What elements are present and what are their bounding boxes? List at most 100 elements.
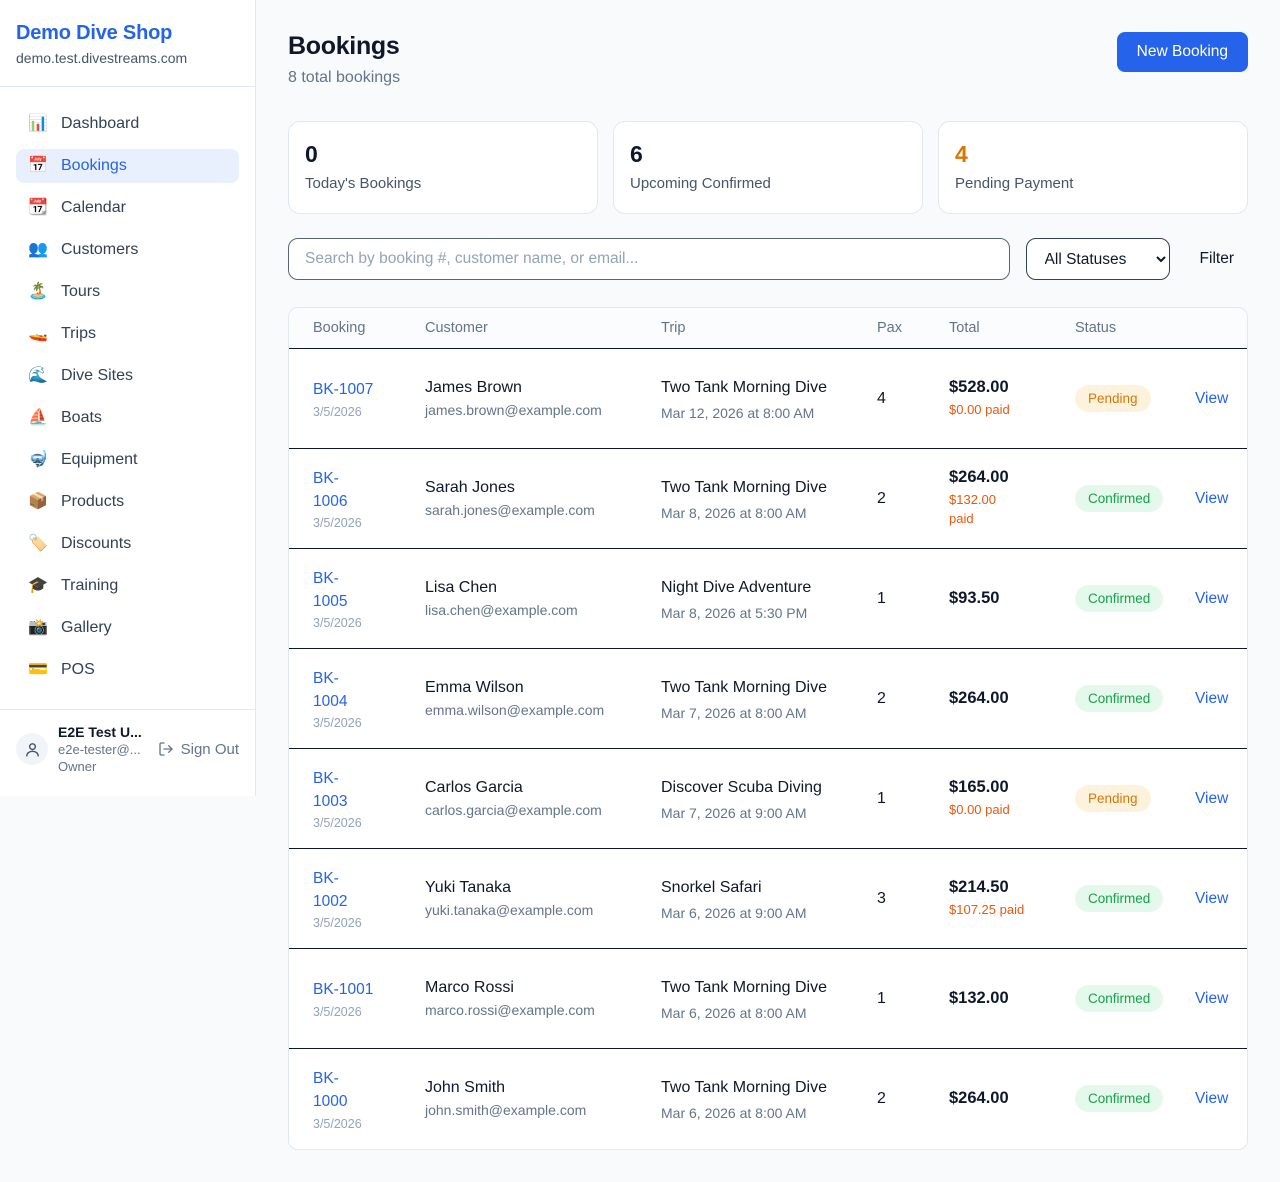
table-row: BK- 1006 3/5/2026 Sarah Jones sarah.jone… xyxy=(289,449,1247,549)
booking-date: 3/5/2026 xyxy=(313,616,409,630)
stat-card: 4 Pending Payment xyxy=(938,121,1248,214)
sidebar-item-label: Calendar xyxy=(61,199,126,217)
customer-email: yuki.tanaka@example.com xyxy=(425,902,645,918)
view-link[interactable]: View xyxy=(1195,1090,1228,1107)
trip-name: Night Dive Adventure xyxy=(661,576,831,600)
bookings-icon: 📅 xyxy=(28,158,48,174)
table-header-row: BookingCustomerTripPaxTotalStatus xyxy=(289,308,1247,349)
booking-id-link[interactable]: BK-1007 xyxy=(313,378,373,401)
pax-count: 1 xyxy=(877,749,949,849)
booking-id-link[interactable]: BK- 1004 xyxy=(313,667,347,714)
booking-id-link[interactable]: BK- 1003 xyxy=(313,767,347,814)
customer-email: sarah.jones@example.com xyxy=(425,502,645,518)
page-subtitle: 8 total bookings xyxy=(288,69,400,87)
sidebar-item-calendar[interactable]: 📆 Calendar xyxy=(16,191,239,225)
pos-icon: 💳 xyxy=(28,662,48,678)
status-badge: Pending xyxy=(1075,785,1151,812)
customer-email: james.brown@example.com xyxy=(425,402,645,418)
stat-label: Pending Payment xyxy=(955,175,1231,192)
status-badge: Confirmed xyxy=(1075,585,1163,612)
status-badge: Confirmed xyxy=(1075,485,1163,512)
trip-datetime: Mar 6, 2026 at 9:00 AM xyxy=(661,905,861,921)
view-link[interactable]: View xyxy=(1195,390,1228,407)
sidebar-item-training[interactable]: 🎓 Training xyxy=(16,569,239,603)
boats-icon: ⛵ xyxy=(28,410,48,426)
shop-name: Demo Dive Shop xyxy=(16,22,239,45)
customer-name: James Brown xyxy=(425,379,645,397)
paid-amount: $132.00 paid xyxy=(949,491,1059,529)
booking-date: 3/5/2026 xyxy=(313,816,409,830)
trip-datetime: Mar 7, 2026 at 8:00 AM xyxy=(661,705,861,721)
status-badge: Confirmed xyxy=(1075,885,1163,912)
sidebar-item-label: Customers xyxy=(61,241,138,259)
column-header-status: Status xyxy=(1075,308,1195,349)
stat-value: 4 xyxy=(955,141,1231,168)
sidebar-item-customers[interactable]: 👥 Customers xyxy=(16,233,239,267)
sidebar-item-equipment[interactable]: 🤿 Equipment xyxy=(16,443,239,477)
stats-row: 0 Today's Bookings 6 Upcoming Confirmed … xyxy=(288,121,1248,214)
total-amount: $132.00 xyxy=(949,989,1059,1008)
paid-amount: $0.00 paid xyxy=(949,801,1059,820)
booking-id-link[interactable]: BK-1001 xyxy=(313,978,373,1001)
sidebar-item-label: Trips xyxy=(61,325,96,343)
pax-count: 1 xyxy=(877,949,949,1049)
new-booking-button[interactable]: New Booking xyxy=(1117,32,1248,72)
sidebar-item-dive-sites[interactable]: 🌊 Dive Sites xyxy=(16,359,239,393)
view-link[interactable]: View xyxy=(1195,990,1228,1007)
tours-icon: 🏝️ xyxy=(28,284,48,300)
sign-out-button[interactable]: Sign Out xyxy=(158,741,239,758)
stat-value: 0 xyxy=(305,141,581,168)
trips-icon: 🚤 xyxy=(28,326,48,342)
pax-count: 2 xyxy=(877,649,949,749)
search-input[interactable] xyxy=(288,238,1010,280)
sign-out-label: Sign Out xyxy=(181,741,239,758)
view-link[interactable]: View xyxy=(1195,690,1228,707)
sidebar-item-label: Equipment xyxy=(61,451,138,469)
trip-name: Two Tank Morning Dive xyxy=(661,476,831,500)
paid-amount: $107.25 paid xyxy=(949,901,1059,920)
trip-datetime: Mar 6, 2026 at 8:00 AM xyxy=(661,1105,861,1121)
user-section: E2E Test U... e2e-tester@... Owner Sign … xyxy=(0,709,255,796)
user-role: Owner xyxy=(58,759,148,774)
filter-button[interactable]: Filter xyxy=(1186,250,1248,268)
sidebar-item-pos[interactable]: 💳 POS xyxy=(16,653,239,687)
sidebar-item-boats[interactable]: ⛵ Boats xyxy=(16,401,239,435)
sidebar-item-label: Gallery xyxy=(61,619,112,637)
view-link[interactable]: View xyxy=(1195,790,1228,807)
booking-date: 3/5/2026 xyxy=(313,516,409,530)
pax-count: 3 xyxy=(877,849,949,949)
trip-name: Two Tank Morning Dive xyxy=(661,976,831,1000)
sign-out-icon xyxy=(158,741,174,757)
total-amount: $214.50 xyxy=(949,878,1059,897)
pax-count: 2 xyxy=(877,1049,949,1149)
status-filter-select[interactable]: All Statuses xyxy=(1026,238,1170,280)
view-link[interactable]: View xyxy=(1195,890,1228,907)
shop-header: Demo Dive Shop demo.test.divestreams.com xyxy=(0,0,255,87)
sidebar-item-bookings[interactable]: 📅 Bookings xyxy=(16,149,239,183)
total-amount: $264.00 xyxy=(949,468,1059,487)
trip-name: Two Tank Morning Dive xyxy=(661,676,831,700)
booking-date: 3/5/2026 xyxy=(313,405,409,419)
stat-card: 0 Today's Bookings xyxy=(288,121,598,214)
view-link[interactable]: View xyxy=(1195,590,1228,607)
booking-id-link[interactable]: BK- 1000 xyxy=(313,1067,347,1114)
customer-name: Yuki Tanaka xyxy=(425,879,645,897)
booking-id-link[interactable]: BK- 1005 xyxy=(313,567,347,614)
user-icon xyxy=(24,741,41,758)
booking-id-link[interactable]: BK- 1006 xyxy=(313,467,347,514)
dashboard-icon: 📊 xyxy=(28,116,48,132)
sidebar-item-trips[interactable]: 🚤 Trips xyxy=(16,317,239,351)
dive-sites-icon: 🌊 xyxy=(28,368,48,384)
sidebar-item-dashboard[interactable]: 📊 Dashboard xyxy=(16,107,239,141)
view-link[interactable]: View xyxy=(1195,490,1228,507)
booking-id-link[interactable]: BK- 1002 xyxy=(313,867,347,914)
sidebar-item-products[interactable]: 📦 Products xyxy=(16,485,239,519)
table-row: BK- 1005 3/5/2026 Lisa Chen lisa.chen@ex… xyxy=(289,549,1247,649)
trip-name: Two Tank Morning Dive xyxy=(661,1076,831,1100)
sidebar-item-discounts[interactable]: 🏷️ Discounts xyxy=(16,527,239,561)
sidebar-item-tours[interactable]: 🏝️ Tours xyxy=(16,275,239,309)
sidebar-item-gallery[interactable]: 📸 Gallery xyxy=(16,611,239,645)
customer-name: Emma Wilson xyxy=(425,679,645,697)
main-content: Bookings 8 total bookings New Booking 0 … xyxy=(256,0,1280,1182)
sidebar-item-label: Tours xyxy=(61,283,100,301)
